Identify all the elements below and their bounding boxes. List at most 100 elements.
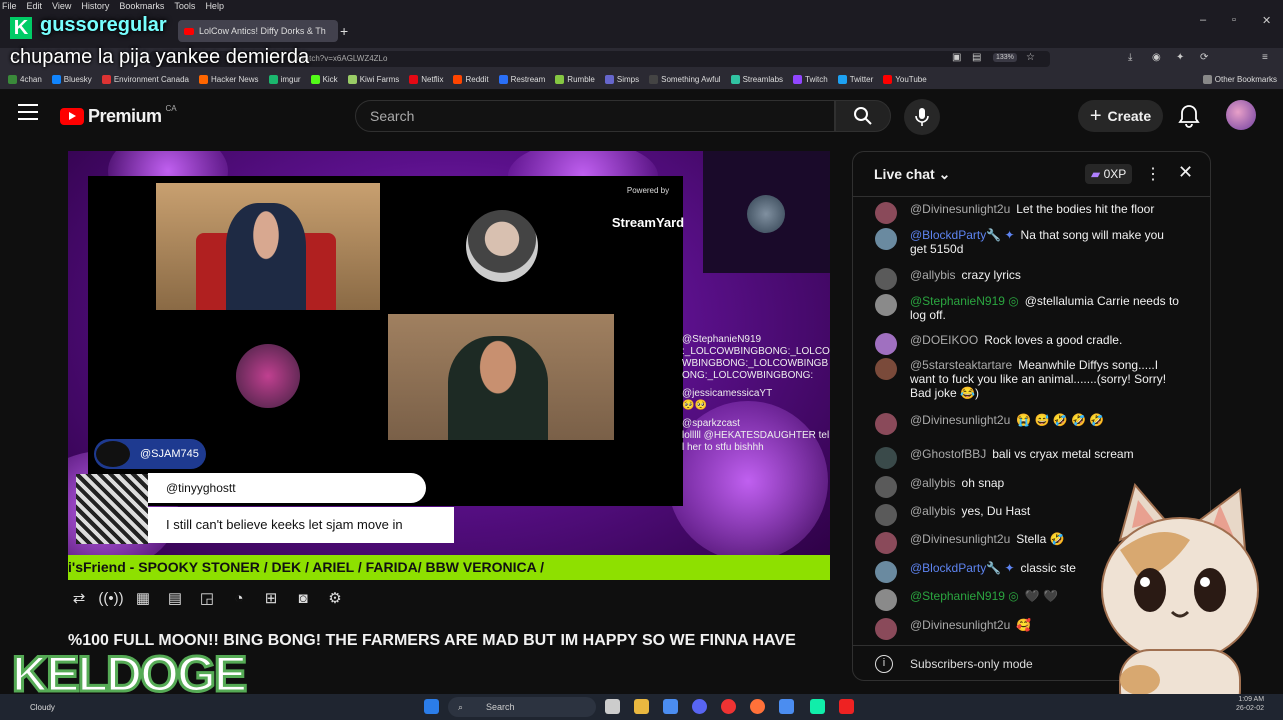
bookmark-hacker-news[interactable]: Hacker News (198, 75, 259, 84)
more-options-icon[interactable]: ⋮ (1145, 164, 1161, 184)
chat-author[interactable]: @Divinesunlight2u (910, 532, 1010, 546)
menu-help[interactable]: Help (205, 1, 224, 11)
obs-icon[interactable] (810, 699, 825, 714)
tab-active[interactable]: LolCow Antics! Diffy Dorks & Th (178, 20, 338, 42)
minimize-icon[interactable]: – (1200, 14, 1206, 26)
menu-edit[interactable]: Edit (27, 1, 43, 11)
picture-icon[interactable]: ▤ (972, 52, 981, 63)
loop-icon[interactable]: ⇄ (68, 587, 90, 609)
settings-gear-icon[interactable]: ⚙ (324, 587, 346, 609)
bookmark-kick[interactable]: Kick (310, 75, 338, 84)
clip-icon[interactable]: ▤ (164, 587, 186, 609)
speed-icon[interactable]: ◔ (228, 587, 250, 609)
chat-avatar[interactable] (875, 561, 897, 583)
app-icon[interactable] (663, 699, 678, 714)
user-avatar[interactable] (1226, 100, 1256, 130)
chat-title-dropdown[interactable]: Live chat ⌄ (874, 166, 950, 183)
star-icon[interactable]: ☆ (1026, 52, 1035, 63)
xp-badge[interactable]: ▰ 0XP (1085, 164, 1133, 184)
live-icon[interactable]: ((•)) (98, 587, 123, 609)
chat-author[interactable]: @Divinesunlight2u (910, 202, 1010, 216)
chat-avatar[interactable] (875, 333, 897, 355)
chat-avatar[interactable] (875, 476, 897, 498)
app-menu-icon[interactable]: ≡ (1262, 52, 1268, 63)
pip-icon[interactable]: ◲ (196, 587, 218, 609)
reader-icon[interactable]: ▣ (952, 52, 961, 63)
bookmark-4chan[interactable]: 4chan (8, 75, 42, 84)
create-button[interactable]: + Create (1078, 100, 1163, 132)
hamburger-menu-icon[interactable] (18, 104, 38, 120)
chat-author[interactable]: @5starsteaktartare (910, 358, 1012, 372)
windows-start-icon[interactable] (424, 699, 439, 714)
bookmark-restream[interactable]: Restream (498, 75, 545, 84)
chat-author[interactable]: @Divinesunlight2u (910, 618, 1010, 632)
bookmark-netflix[interactable]: Netflix (409, 75, 443, 84)
chat-avatar[interactable] (875, 532, 897, 554)
bookmark-twitter[interactable]: Twitter (837, 75, 873, 84)
chat-author[interactable]: @allybis (910, 268, 956, 282)
add-icon[interactable]: ⊞ (260, 587, 282, 609)
search-input[interactable]: Search (355, 100, 835, 132)
maximize-icon[interactable]: ▫ (1232, 14, 1236, 26)
chat-author[interactable]: @GhostofBBJ (910, 447, 986, 461)
bookmark-simps[interactable]: Simps (604, 75, 639, 84)
puzzle-icon[interactable]: ✦ (1176, 52, 1184, 63)
search-button[interactable] (835, 100, 891, 132)
file-explorer-icon[interactable] (634, 699, 649, 714)
chat-message[interactable]: @DOEIKOO Rock loves a good cradle. (853, 333, 1210, 355)
chat-avatar[interactable] (875, 618, 897, 640)
clock[interactable]: 1:09 AM 26-02-02 (1236, 695, 1264, 713)
chat-message[interactable]: @GhostofBBJ bali vs cryax metal scream (853, 447, 1210, 469)
menu-view[interactable]: View (52, 1, 71, 11)
bookmark-rumble[interactable]: Rumble (555, 75, 595, 84)
chat-avatar[interactable] (875, 294, 897, 316)
chat-message[interactable]: @Divinesunlight2u 😭 😅 🤣 🤣 🤣 (853, 413, 1210, 435)
app-icon-red[interactable] (721, 699, 736, 714)
chat-avatar[interactable] (875, 413, 897, 435)
bookmark-imgur[interactable]: imgur (268, 75, 301, 84)
bookmark-bluesky[interactable]: Bluesky (51, 75, 92, 84)
zoom-level[interactable]: 133% (993, 53, 1017, 62)
chat-message[interactable]: @allybis crazy lyrics (853, 268, 1210, 290)
chat-avatar[interactable] (875, 447, 897, 469)
bookmark-reddit[interactable]: Reddit (453, 75, 489, 84)
bookmark-environment-canada[interactable]: Environment Canada (101, 75, 189, 84)
close-window-icon[interactable]: ✕ (1262, 14, 1271, 27)
notifications-bell-icon[interactable] (1178, 104, 1200, 133)
download-icon[interactable]: ⤓ (1128, 52, 1132, 63)
other-bookmarks[interactable]: Other Bookmarks (1202, 75, 1277, 84)
chat-avatar[interactable] (875, 268, 897, 290)
close-chat-icon[interactable]: ✕ (1178, 162, 1193, 183)
task-view-icon[interactable] (605, 699, 620, 714)
discord-icon[interactable] (692, 699, 707, 714)
camera-icon[interactable]: ◙ (292, 587, 314, 609)
app-icon-blue[interactable] (779, 699, 794, 714)
extension-icon[interactable]: ◉ (1152, 52, 1161, 63)
new-tab-button[interactable]: + (334, 20, 354, 42)
chat-avatar[interactable] (875, 589, 897, 611)
chat-author[interactable]: @BlockdParty🔧 ✦ (910, 561, 1015, 575)
bookmark-youtube[interactable]: YouTube (883, 75, 927, 84)
bookmark-twitch[interactable]: Twitch (793, 75, 828, 84)
chat-author[interactable]: @Divinesunlight2u (910, 413, 1010, 427)
bookmark-streamlabs[interactable]: Streamlabs (730, 75, 783, 84)
firefox-icon[interactable] (750, 699, 765, 714)
chat-avatar[interactable] (875, 228, 897, 250)
youtube-logo[interactable]: Premium CA (60, 104, 177, 127)
info-icon[interactable]: i (875, 655, 893, 673)
youtube-app-icon[interactable] (839, 699, 854, 714)
chat-message[interactable]: @Divinesunlight2u Let the bodies hit the … (853, 202, 1210, 224)
menu-history[interactable]: History (81, 1, 109, 11)
menu-tools[interactable]: Tools (174, 1, 195, 11)
chat-author[interactable]: @BlockdParty🔧 ✦ (910, 228, 1015, 242)
chat-author[interactable]: @allybis (910, 476, 956, 490)
bookmark-something-awful[interactable]: Something Awful (649, 75, 721, 84)
chat-avatar[interactable] (875, 504, 897, 526)
screenshot-icon[interactable]: ▦ (132, 587, 154, 609)
chat-author[interactable]: @StephanieN919 ◎ (910, 294, 1019, 308)
taskbar-search[interactable]: ⌕ Search (448, 697, 596, 717)
bookmark-kiwi-farms[interactable]: Kiwi Farms (347, 75, 399, 84)
chat-avatar[interactable] (875, 202, 897, 224)
menu-file[interactable]: File (2, 1, 17, 11)
weather-widget[interactable]: Cloudy (30, 703, 55, 712)
